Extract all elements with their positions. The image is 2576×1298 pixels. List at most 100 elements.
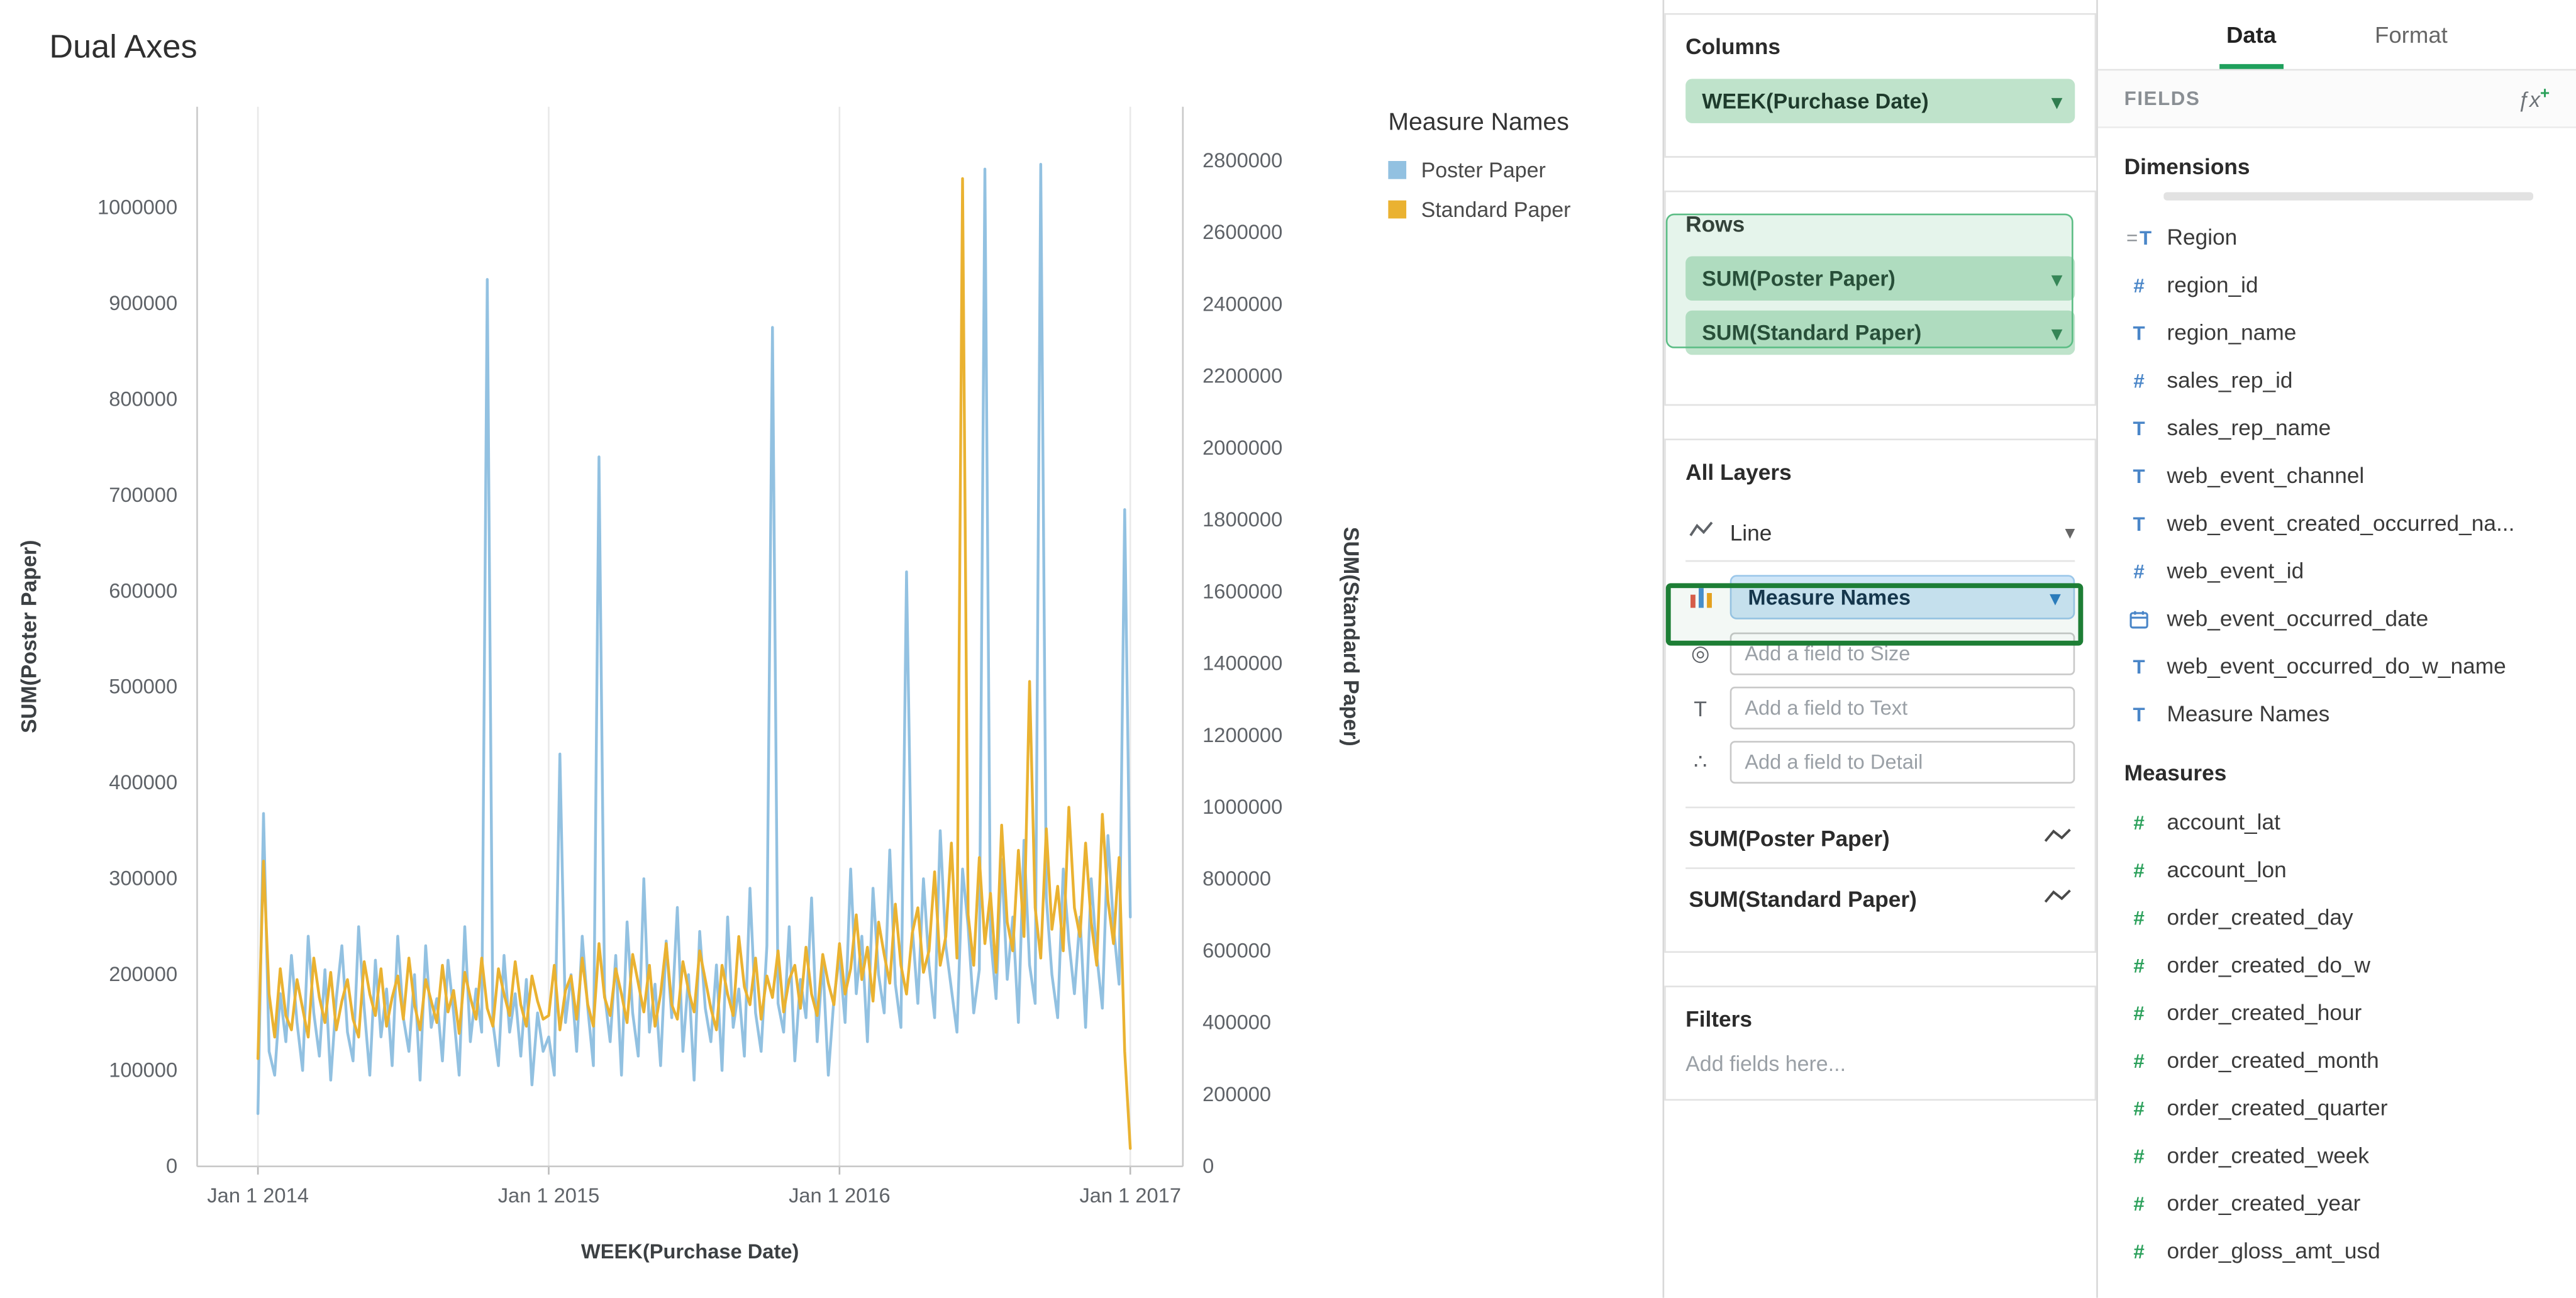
columns-pill-week-purchase-date[interactable]: WEEK(Purchase Date) ▾ bbox=[1685, 79, 2075, 123]
field-item-order-created-week[interactable]: # order_created_week bbox=[2098, 1132, 2576, 1180]
field-item-measure-names[interactable]: T Measure Names bbox=[2098, 690, 2576, 738]
add-calculation-icon[interactable]: ƒx+ bbox=[2518, 86, 2550, 111]
fields-header-row: FIELDS ƒx+ bbox=[2098, 70, 2576, 128]
field-label: Region bbox=[2167, 225, 2238, 250]
field-item-account-lat[interactable]: #account_lat bbox=[2098, 799, 2576, 846]
field-label: order_created_week bbox=[2167, 1143, 2370, 1168]
pill-label: WEEK(Purchase Date) bbox=[1702, 89, 1928, 113]
legend-item-standard-paper[interactable]: Standard Paper bbox=[1388, 197, 1570, 221]
filters-drop-target[interactable]: Add fields here... bbox=[1685, 1051, 2075, 1076]
field-item-order-created-hour[interactable]: #order_created_hour bbox=[2098, 989, 2576, 1037]
measure-card-sum-poster-paper[interactable]: SUM(Poster Paper) bbox=[1685, 807, 2075, 868]
text-type-icon: T bbox=[2124, 702, 2154, 726]
columns-header: Columns bbox=[1685, 35, 2075, 59]
columns-section: Columns WEEK(Purchase Date) ▾ bbox=[1664, 13, 2096, 158]
field-item-web-event-occurred-date[interactable]: web_event_occurred_date bbox=[2098, 595, 2576, 643]
tab-data[interactable]: Data bbox=[2220, 0, 2283, 69]
svg-text:600000: 600000 bbox=[1202, 938, 1271, 962]
field-label: order_created_quarter bbox=[2167, 1096, 2388, 1120]
field-item-account-lon[interactable]: # account_lon bbox=[2098, 846, 2576, 894]
svg-text:0: 0 bbox=[1202, 1154, 1214, 1177]
svg-text:Jan 1 2017: Jan 1 2017 bbox=[1079, 1184, 1181, 1207]
calendar-icon bbox=[2124, 609, 2154, 628]
chevron-down-icon[interactable]: ▾ bbox=[2065, 521, 2075, 544]
field-item-sales-rep-name[interactable]: Tsales_rep_name bbox=[2098, 404, 2576, 452]
size-shelf: ◎ bbox=[1685, 633, 2075, 675]
rows-pill-sum-standard-paper[interactable]: SUM(Standard Paper) ▾ bbox=[1685, 311, 2075, 355]
field-label: order_created_year bbox=[2167, 1191, 2361, 1216]
svg-text:1400000: 1400000 bbox=[1202, 652, 1282, 675]
field-label: web_event_occurred_do_w_name bbox=[2167, 654, 2506, 679]
field-item-order-created-do-w[interactable]: # order_created_do_w bbox=[2098, 941, 2576, 989]
text-type-icon: T bbox=[2124, 655, 2154, 678]
field-label: order_created_day bbox=[2167, 905, 2353, 929]
field-item-region[interactable]: =TRegion bbox=[2098, 214, 2576, 262]
series-line-poster-paper[interactable] bbox=[258, 164, 1130, 1114]
line-chart-icon[interactable] bbox=[2044, 826, 2072, 850]
number-icon: # bbox=[2124, 559, 2154, 582]
field-label: web_event_occurred_date bbox=[2167, 606, 2429, 631]
rows-section: Rows SUM(Poster Paper) ▾ SUM(Standard Pa… bbox=[1664, 191, 2096, 406]
mark-type-select[interactable]: Line ▾ bbox=[1685, 504, 2075, 562]
svg-text:400000: 400000 bbox=[109, 770, 177, 794]
legend-label: Poster Paper bbox=[1421, 158, 1546, 182]
fields-header: FIELDS bbox=[2124, 87, 2201, 110]
text-icon[interactable]: T bbox=[1685, 696, 1715, 720]
detail-field-input[interactable] bbox=[1730, 741, 2075, 784]
measure-card-sum-standard-paper[interactable]: SUM(Standard Paper) bbox=[1685, 867, 2075, 928]
field-item-order-gloss-amt-usd[interactable]: #order_gloss_amt_usd bbox=[2098, 1227, 2576, 1275]
filters-header: Filters bbox=[1685, 1007, 2075, 1031]
svg-text:Jan 1 2015: Jan 1 2015 bbox=[498, 1184, 600, 1207]
chevron-down-icon[interactable]: ▾ bbox=[2052, 267, 2062, 290]
number-icon: # bbox=[2124, 1097, 2154, 1120]
chevron-down-icon[interactable]: ▾ bbox=[2052, 89, 2062, 113]
svg-text:400000: 400000 bbox=[1202, 1011, 1271, 1034]
svg-text:Jan 1 2016: Jan 1 2016 bbox=[789, 1184, 891, 1207]
detail-shelf: ∴ bbox=[1685, 741, 2075, 784]
field-item-web-event-created-occurred-na[interactable]: Tweb_event_created_occurred_na... bbox=[2098, 499, 2576, 547]
number-icon: # bbox=[2124, 1192, 2154, 1215]
field-item-order-created-year[interactable]: # order_created_year bbox=[2098, 1180, 2576, 1228]
size-field-input[interactable] bbox=[1730, 633, 2075, 675]
field-item-web-event-id[interactable]: # web_event_id bbox=[2098, 547, 2576, 595]
field-item-sales-rep-id[interactable]: #sales_rep_id bbox=[2098, 357, 2576, 404]
filters-section: Filters Add fields here... bbox=[1664, 985, 2096, 1101]
text-field-input[interactable] bbox=[1730, 687, 2075, 729]
color-marks-icon[interactable] bbox=[1685, 587, 1715, 608]
dimensions-header: Dimensions bbox=[2124, 155, 2550, 179]
mark-type-label: Line bbox=[1730, 520, 1772, 545]
legend-item-poster-paper[interactable]: Poster Paper bbox=[1388, 158, 1570, 182]
tab-format[interactable]: Format bbox=[2368, 0, 2455, 69]
field-item-web-event-channel[interactable]: Tweb_event_channel bbox=[2098, 452, 2576, 499]
field-item-region-id[interactable]: #region_id bbox=[2098, 261, 2576, 309]
panel-tabs: Data Format bbox=[2098, 0, 2576, 70]
number-icon: # bbox=[2124, 953, 2154, 977]
measure-card-label: SUM(Poster Paper) bbox=[1689, 826, 1889, 850]
field-item-region-name[interactable]: Tregion_name bbox=[2098, 309, 2576, 357]
color-pill-measure-names[interactable]: Measure Names ▾ bbox=[1730, 575, 2075, 619]
chevron-down-icon[interactable]: ▾ bbox=[2050, 585, 2060, 609]
number-icon: # bbox=[2124, 274, 2154, 297]
rows-header: Rows bbox=[1685, 212, 2075, 236]
field-label: sales_rep_name bbox=[2167, 416, 2331, 440]
line-chart-icon[interactable] bbox=[2044, 886, 2072, 911]
svg-text:1200000: 1200000 bbox=[1202, 723, 1282, 746]
chevron-down-icon[interactable]: ▾ bbox=[2052, 321, 2062, 345]
detail-icon[interactable]: ∴ bbox=[1685, 749, 1715, 775]
svg-text:1600000: 1600000 bbox=[1202, 579, 1282, 602]
number-icon: # bbox=[2124, 858, 2154, 882]
chart-region: Jan 1 2014Jan 1 2015Jan 1 2016Jan 1 2017… bbox=[0, 0, 1663, 1298]
field-item-web-event-occurred-do-w-name[interactable]: Tweb_event_occurred_do_w_name bbox=[2098, 642, 2576, 690]
field-item-order-created-day[interactable]: #order_created_day bbox=[2098, 894, 2576, 941]
field-label: account_lon bbox=[2167, 858, 2287, 882]
svg-text:2800000: 2800000 bbox=[1202, 148, 1282, 172]
size-icon[interactable]: ◎ bbox=[1685, 641, 1715, 667]
field-item-order-created-month[interactable]: #order_created_month bbox=[2098, 1036, 2576, 1084]
number-icon: # bbox=[2124, 1144, 2154, 1167]
svg-text:300000: 300000 bbox=[109, 867, 177, 890]
field-item-order-created-quarter[interactable]: # order_created_quarter bbox=[2098, 1084, 2576, 1132]
field-label: order_created_do_w bbox=[2167, 953, 2371, 977]
field-label: Measure Names bbox=[2167, 701, 2330, 726]
field-label: web_event_id bbox=[2167, 558, 2304, 583]
rows-pill-sum-poster-paper[interactable]: SUM(Poster Paper) ▾ bbox=[1685, 257, 2075, 301]
